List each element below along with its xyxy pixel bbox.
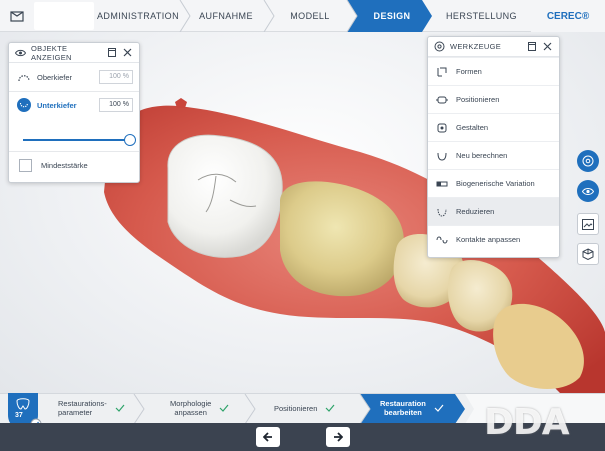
home-icon: [10, 11, 24, 22]
watermark: DDA: [484, 402, 570, 443]
phase-label: Positionieren: [274, 403, 318, 413]
tools-panel-title: WERKZEUGE: [450, 42, 502, 51]
tool-label: Kontakte anpassen: [456, 235, 521, 244]
object-row-unterkiefer[interactable]: Unterkiefer 100 %: [9, 91, 139, 119]
nav-design[interactable]: DESIGN: [352, 0, 432, 32]
tool-label: Reduzieren: [456, 207, 495, 216]
nav-aufnahme[interactable]: AUFNAHME: [184, 0, 268, 32]
close-icon[interactable]: [121, 47, 133, 59]
tools-panel: WERKZEUGE Formen Positionieren Gestalten…: [427, 36, 560, 258]
view-icon: [582, 187, 594, 195]
nav-modell[interactable]: MODELL: [268, 0, 352, 32]
tooth-number: 37: [15, 412, 23, 419]
previous-button[interactable]: [256, 427, 280, 447]
recalculate-icon: [435, 149, 449, 163]
brand-logo: CEREC®: [531, 0, 605, 32]
tool-label: Formen: [456, 67, 482, 76]
position-icon: [435, 93, 449, 107]
tools-panel-header: WERKZEUGE: [428, 37, 559, 57]
opacity-field[interactable]: 100 %: [99, 98, 133, 112]
minimize-icon[interactable]: [526, 41, 538, 53]
tool-biogenerische-variation[interactable]: Biogenerische Variation: [428, 169, 559, 197]
close-icon[interactable]: [541, 41, 553, 53]
shape-icon: [435, 65, 449, 79]
phase-label: Restauration bearbeiten: [380, 399, 426, 417]
material-icon: [582, 155, 594, 167]
tool-positionieren[interactable]: Positionieren: [428, 85, 559, 113]
mindeststaerke-label: Mindeststärke: [41, 161, 88, 170]
slider-thumb[interactable]: [124, 134, 136, 146]
screenshot-button[interactable]: [577, 213, 599, 235]
objects-panel: OBJEKTE ANZEIGEN Oberkiefer 100 % Unterk…: [8, 42, 140, 183]
tool-label: Biogenerische Variation: [456, 179, 535, 188]
phase-label: Morphologie anpassen: [170, 399, 212, 417]
nav-herstellung[interactable]: HERSTELLUNG: [432, 0, 531, 32]
objects-panel-header: OBJEKTE ANZEIGEN: [9, 43, 139, 63]
lower-jaw-icon: [17, 98, 31, 112]
next-icon: [334, 432, 343, 442]
tool-label: Gestalten: [456, 123, 489, 132]
check-icon: [219, 404, 229, 412]
top-navigation: ADMINISTRATION AUFNAHME MODELL DESIGN HE…: [0, 0, 605, 32]
view-button[interactable]: [577, 180, 599, 202]
next-button[interactable]: [326, 427, 350, 447]
mindeststaerke-checkbox[interactable]: [19, 159, 32, 172]
previous-icon: [263, 432, 272, 442]
check-icon: [325, 404, 335, 412]
divider: [9, 151, 139, 152]
object-row-oberkiefer[interactable]: Oberkiefer 100 %: [9, 63, 139, 91]
phase-morphologie-anpassen[interactable]: Morphologie anpassen: [170, 393, 244, 423]
sculpt-icon: [435, 121, 449, 135]
opacity-field[interactable]: 100 %: [99, 70, 133, 84]
reduce-icon: [435, 205, 449, 219]
slider-track: [23, 139, 135, 141]
phase-restauration-bearbeiten[interactable]: Restauration bearbeiten: [380, 393, 460, 423]
tools-gear-icon: [434, 41, 445, 52]
contacts-icon: [435, 233, 449, 247]
objects-panel-title: OBJEKTE ANZEIGEN: [31, 43, 72, 62]
object-label: Oberkiefer: [37, 72, 73, 82]
minimize-icon[interactable]: [106, 47, 118, 59]
variation-icon: [435, 177, 449, 191]
nav-administration[interactable]: ADMINISTRATION: [94, 0, 182, 32]
cube-button[interactable]: [577, 243, 599, 265]
opacity-slider[interactable]: [23, 134, 136, 146]
phase-label: Restaurations- parameter: [58, 399, 107, 417]
tool-label: Positionieren: [456, 95, 500, 104]
upper-jaw-icon: [17, 70, 31, 84]
tool-gestalten[interactable]: Gestalten: [428, 113, 559, 141]
home-button[interactable]: [0, 0, 34, 32]
check-icon: [434, 404, 444, 412]
logo-area: [34, 2, 94, 30]
tool-reduzieren[interactable]: Reduzieren: [428, 197, 559, 225]
tool-label: Neu berechnen: [456, 151, 508, 160]
tool-neu-berechnen[interactable]: Neu berechnen: [428, 141, 559, 169]
material-button[interactable]: [577, 150, 599, 172]
check-icon: [115, 404, 125, 412]
cube-icon: [582, 248, 594, 260]
workflow-steps: ADMINISTRATION AUFNAHME MODELL DESIGN HE…: [94, 0, 531, 32]
tool-kontakte-anpassen[interactable]: Kontakte anpassen: [428, 225, 559, 253]
screenshot-icon: [582, 218, 594, 230]
phase-positionieren[interactable]: Positionieren: [274, 393, 354, 423]
tool-formen[interactable]: Formen: [428, 57, 559, 85]
phase-restaurationsparameter[interactable]: Restaurations- parameter: [58, 393, 136, 423]
object-label: Unterkiefer: [37, 100, 77, 110]
eye-icon: [15, 49, 26, 56]
